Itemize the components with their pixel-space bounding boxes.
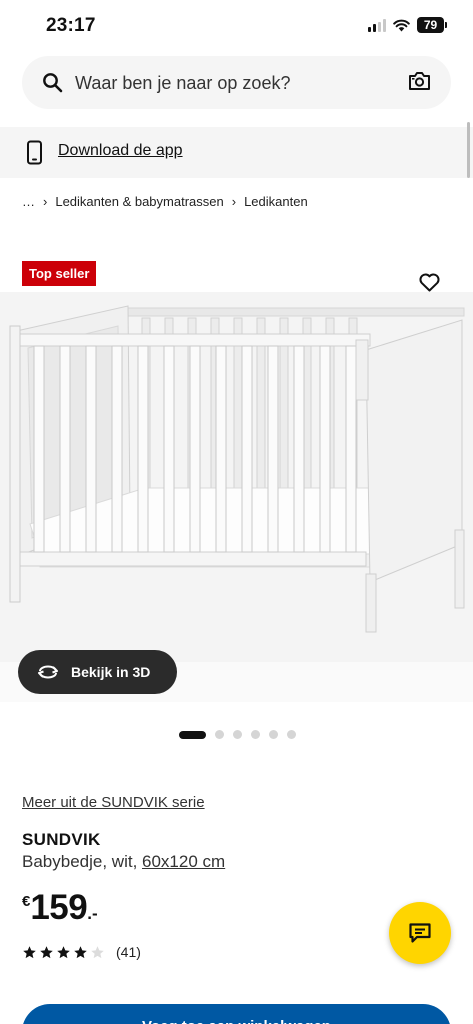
- carousel-dot[interactable]: [215, 730, 224, 739]
- camera-icon[interactable]: [408, 71, 431, 91]
- price-decimal: .-: [87, 904, 98, 923]
- breadcrumb-ellipsis[interactable]: …: [22, 194, 35, 209]
- status-bar: 23:17 79: [0, 0, 473, 52]
- carousel-dot[interactable]: [287, 730, 296, 739]
- download-app-link[interactable]: Download de app: [58, 142, 183, 160]
- view-in-3d-button[interactable]: Bekijk in 3D: [18, 650, 177, 694]
- price-integer: 159: [30, 888, 88, 927]
- search-icon: [43, 73, 63, 93]
- add-to-cart-button[interactable]: Voeg toe aan winkelwagen: [22, 1004, 451, 1024]
- star-icon: [74, 945, 87, 958]
- star-icon: [57, 945, 70, 958]
- download-app-bar[interactable]: Download de app: [0, 127, 473, 178]
- rating-stars: [22, 945, 105, 960]
- carousel-dots: [179, 730, 296, 739]
- carousel-dot[interactable]: [269, 730, 278, 739]
- chevron-right-icon: ›: [43, 194, 48, 209]
- scrollbar[interactable]: [467, 122, 470, 178]
- product-description-text: Babybedje, wit,: [22, 852, 143, 871]
- signal-icon: [368, 18, 386, 32]
- carousel-dot[interactable]: [251, 730, 260, 739]
- status-icons: 79: [368, 17, 447, 33]
- rotate-3d-icon: [38, 665, 58, 679]
- search-placeholder: Waar ben je naar op zoek?: [75, 73, 291, 93]
- search-input[interactable]: Waar ben je naar op zoek?: [22, 56, 451, 109]
- breadcrumb-item[interactable]: Ledikanten: [244, 194, 308, 209]
- heart-icon[interactable]: [419, 273, 440, 292]
- chevron-right-icon: ›: [231, 194, 237, 209]
- chat-icon: [409, 923, 431, 943]
- rating-count: (41): [116, 944, 141, 960]
- wifi-icon: [393, 19, 410, 31]
- price-currency: €: [22, 893, 31, 910]
- star-icon: [91, 945, 104, 958]
- battery-icon: 79: [417, 17, 447, 33]
- view-in-3d-label: Bekijk in 3D: [71, 664, 151, 680]
- series-link[interactable]: Meer uit de SUNDVIK serie: [22, 794, 205, 811]
- battery-level: 79: [417, 17, 444, 33]
- product-rating[interactable]: (41): [22, 944, 141, 960]
- star-icon: [40, 945, 53, 958]
- breadcrumb: … › Ledikanten & babymatrassen › Ledikan…: [22, 194, 308, 209]
- status-time: 23:17: [46, 15, 96, 36]
- product-price: € 159 .-: [22, 888, 98, 928]
- breadcrumb-item[interactable]: Ledikanten & babymatrassen: [55, 194, 223, 209]
- star-icon: [23, 945, 36, 958]
- chat-button[interactable]: [389, 902, 451, 964]
- top-seller-badge: Top seller: [22, 261, 97, 286]
- carousel-dot[interactable]: [179, 730, 206, 739]
- product-description: Babybedje, wit, 60x120 cm: [22, 852, 225, 872]
- phone-icon: [27, 140, 42, 165]
- carousel-dot[interactable]: [233, 730, 242, 739]
- product-dimensions-link[interactable]: 60x120 cm: [142, 852, 225, 871]
- product-image[interactable]: [0, 292, 473, 702]
- product-name: SUNDVIK: [22, 830, 101, 849]
